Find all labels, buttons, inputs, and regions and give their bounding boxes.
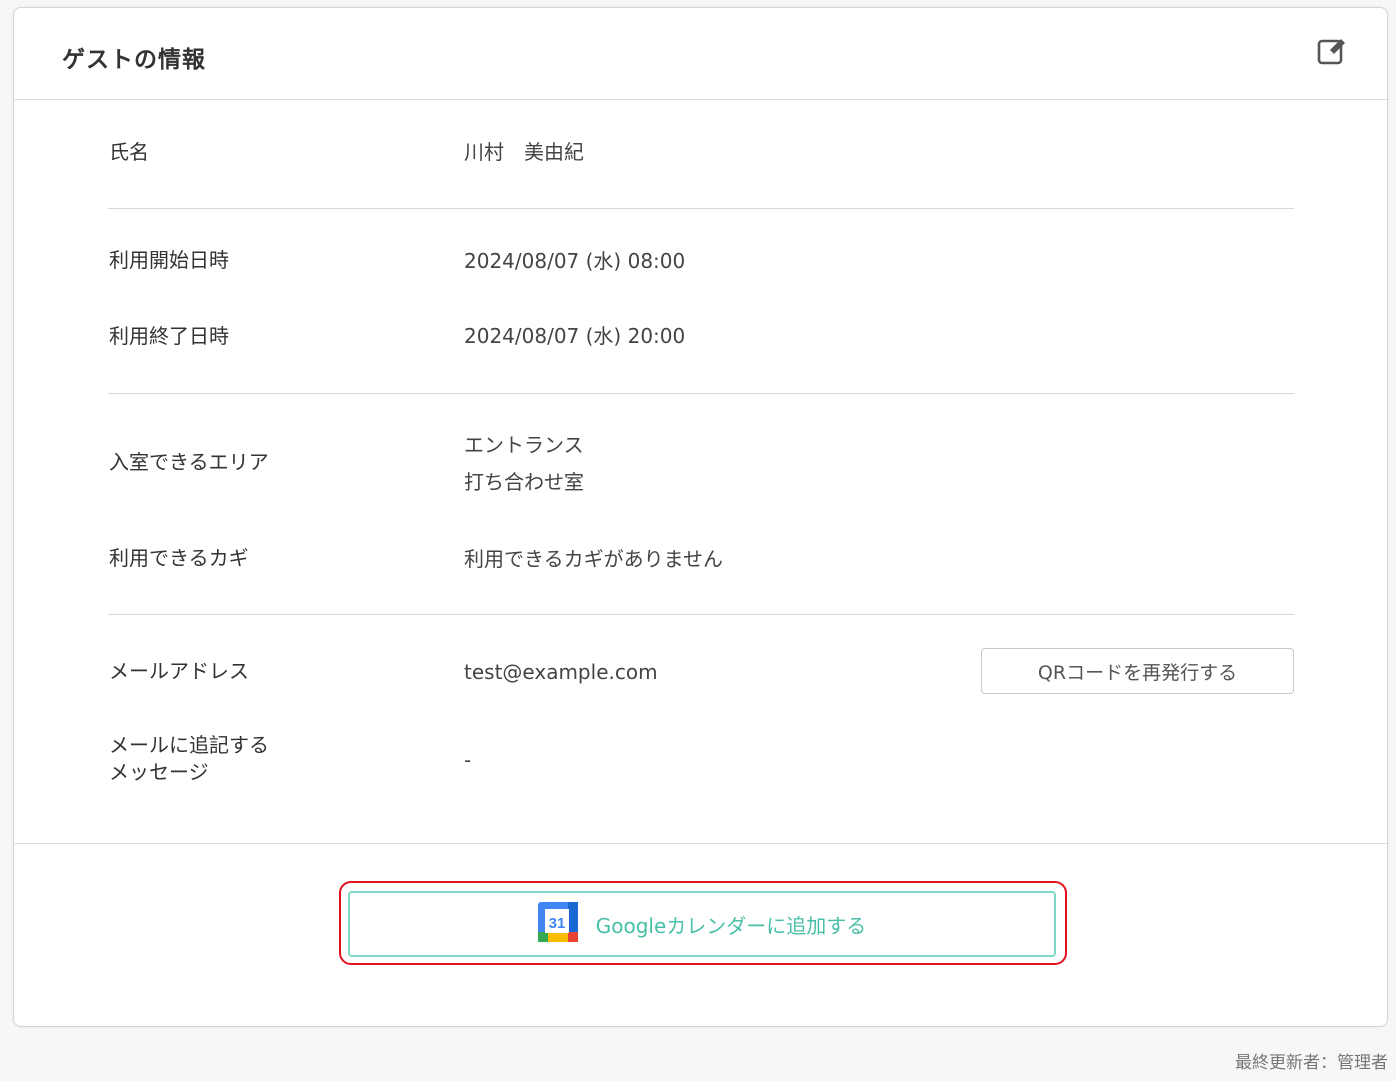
name-label: 氏名 [109, 140, 149, 164]
name-value: 川村 美由紀 [464, 140, 584, 164]
keys-value: 利用できるカギがありません [464, 547, 723, 571]
last-updated-note: 最終更新者：管理者 [1235, 1053, 1388, 1073]
edit-icon [1317, 36, 1347, 70]
reissue-qr-button[interactable]: QRコードを再発行する [981, 648, 1294, 694]
edit-button[interactable] [1315, 36, 1349, 70]
keys-label: 利用できるカギ [109, 546, 249, 570]
end-datetime-label: 利用終了日時 [109, 324, 229, 348]
calendar-day-text: 31 [548, 915, 565, 932]
area-item-entrance: エントランス [464, 433, 584, 457]
end-datetime-value: 2024/08/07 (水) 20:00 [464, 324, 686, 348]
email-value: test@example.com [464, 660, 658, 684]
card-title: ゲストの情報 [62, 47, 206, 73]
divider [108, 393, 1294, 394]
add-to-google-calendar-button[interactable]: 31 Googleカレンダーに追加する [348, 891, 1056, 957]
footer-divider [14, 843, 1387, 844]
google-calendar-icon: 31 [537, 902, 578, 946]
area-item-meeting-room: 打ち合わせ室 [464, 470, 584, 494]
message-label-line2: メッセージ [109, 760, 209, 784]
google-calendar-button-label: Googleカレンダーに追加する [595, 913, 867, 938]
message-value: - [464, 748, 472, 772]
areas-label: 入室できるエリア [109, 450, 269, 474]
divider [108, 614, 1294, 615]
message-label-line1: メールに追記する [109, 733, 269, 757]
divider [108, 208, 1294, 209]
start-datetime-label: 利用開始日時 [109, 248, 229, 272]
start-datetime-value: 2024/08/07 (水) 08:00 [464, 249, 686, 273]
guest-info-card: ゲストの情報 氏名 川村 美由紀 利用開始日時 2024/08/07 (水) 0… [13, 7, 1388, 1027]
email-label: メールアドレス [109, 659, 249, 683]
card-header: ゲストの情報 [14, 8, 1387, 100]
